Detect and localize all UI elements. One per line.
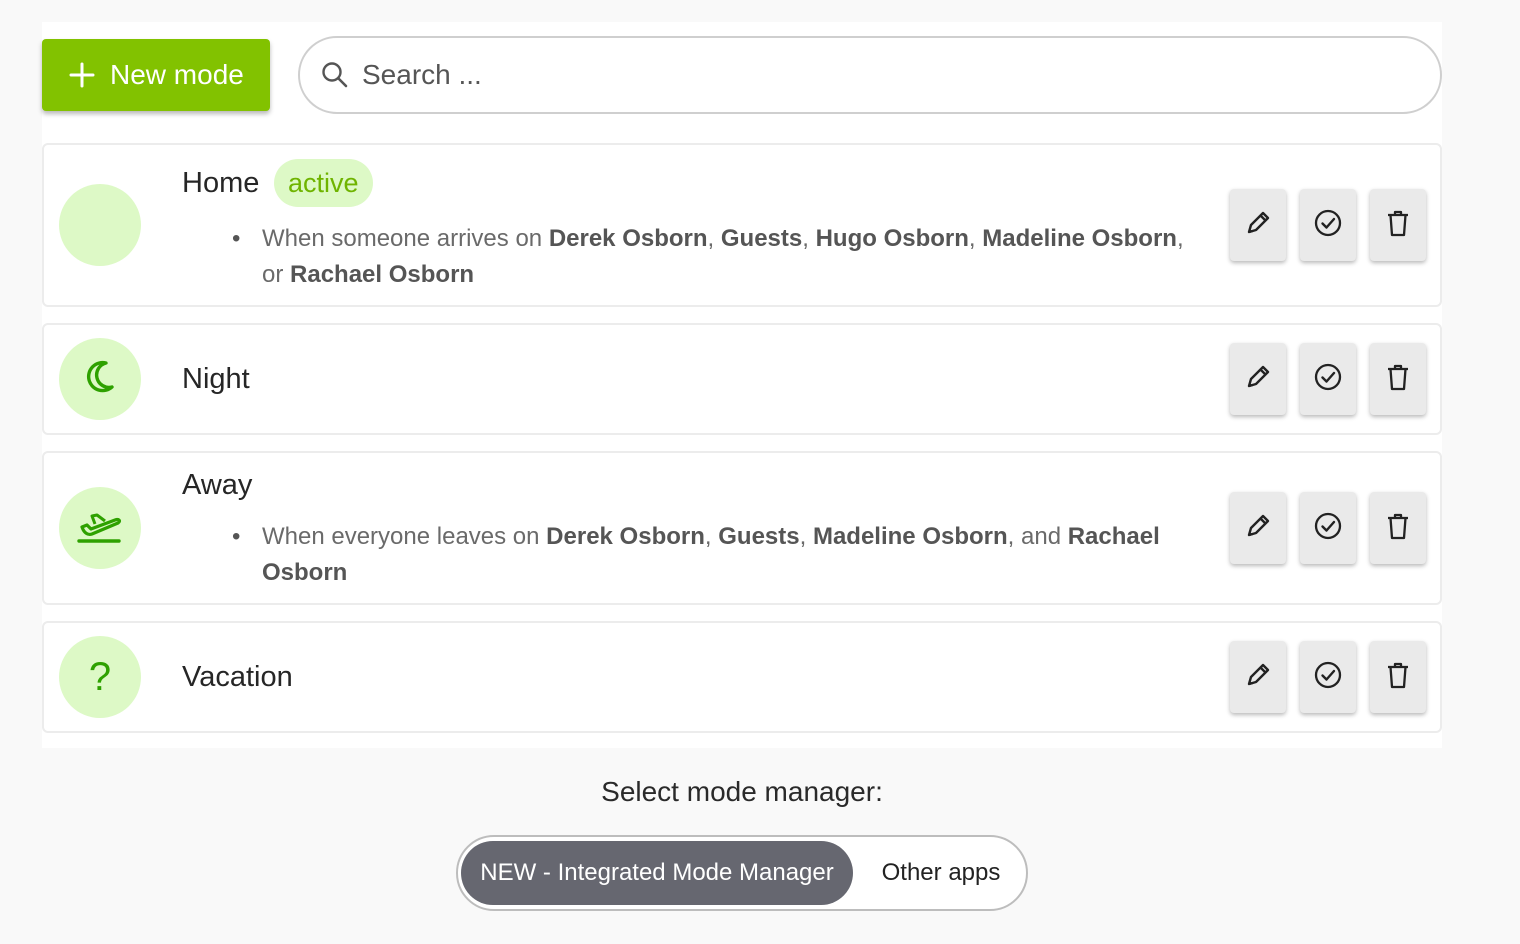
mode-actions-night <box>1230 343 1426 415</box>
mode-card-vacation: ? Vacation <box>42 621 1442 733</box>
mode-actions-home <box>1230 189 1426 261</box>
check-circle-icon <box>1313 362 1343 397</box>
edit-button[interactable] <box>1230 641 1286 713</box>
search-input[interactable] <box>362 59 1362 91</box>
mode-name-night: Night <box>182 363 250 395</box>
mode-manager-toggle: NEW - Integrated Mode Manager Other apps <box>456 835 1028 911</box>
new-mode-label: New mode <box>110 59 244 90</box>
edit-icon <box>1243 511 1273 546</box>
edit-icon <box>1243 208 1273 243</box>
check-circle-icon <box>1313 208 1343 243</box>
edit-icon <box>1243 362 1273 397</box>
activate-button[interactable] <box>1300 343 1356 415</box>
mode-avatar-away <box>59 487 141 569</box>
activate-button[interactable] <box>1300 492 1356 564</box>
mode-rule-home: • When someone arrives on Derek Osborn, … <box>232 225 1184 288</box>
mode-card-home: Home active • When someone arrives on De… <box>42 143 1442 307</box>
delete-button[interactable] <box>1370 641 1426 713</box>
mode-name-away: Away <box>182 469 253 501</box>
delete-button[interactable] <box>1370 189 1426 261</box>
activate-button[interactable] <box>1300 189 1356 261</box>
trash-icon <box>1383 660 1413 695</box>
question-mark-icon: ? <box>88 654 112 699</box>
mode-name-home: Home <box>182 167 260 199</box>
airplane-takeoff-icon <box>75 506 125 551</box>
moon-icon <box>80 357 120 402</box>
activate-button[interactable] <box>1300 641 1356 713</box>
search-icon <box>320 60 350 90</box>
trash-icon <box>1383 208 1413 243</box>
mode-card-night: Night <box>42 323 1442 435</box>
edit-button[interactable] <box>1230 343 1286 415</box>
edit-button[interactable] <box>1230 189 1286 261</box>
mode-actions-away <box>1230 492 1426 564</box>
status-badge-active: active <box>274 159 373 207</box>
edit-icon <box>1243 660 1273 695</box>
mode-actions-vacation <box>1230 641 1426 713</box>
mode-name-vacation: Vacation <box>182 661 293 693</box>
mode-rule-away: • When everyone leaves on Derek Osborn, … <box>232 523 1160 586</box>
check-circle-icon <box>1313 511 1343 546</box>
trash-icon <box>1383 362 1413 397</box>
option-other-apps[interactable]: Other apps <box>858 841 1024 905</box>
mode-avatar-night <box>59 338 141 420</box>
new-mode-button[interactable]: New mode <box>42 39 270 111</box>
mode-card-away: Away • When everyone leaves on Derek Osb… <box>42 451 1442 605</box>
option-integrated-mode-manager[interactable]: NEW - Integrated Mode Manager <box>461 841 853 905</box>
mode-avatar-vacation: ? <box>59 636 141 718</box>
check-circle-icon <box>1313 660 1343 695</box>
delete-button[interactable] <box>1370 343 1426 415</box>
delete-button[interactable] <box>1370 492 1426 564</box>
mode-avatar-home <box>59 184 141 266</box>
plus-icon <box>68 61 96 89</box>
search-box[interactable] <box>298 36 1442 114</box>
edit-button[interactable] <box>1230 492 1286 564</box>
mode-manager-label: Select mode manager: <box>601 776 883 807</box>
trash-icon <box>1383 511 1413 546</box>
